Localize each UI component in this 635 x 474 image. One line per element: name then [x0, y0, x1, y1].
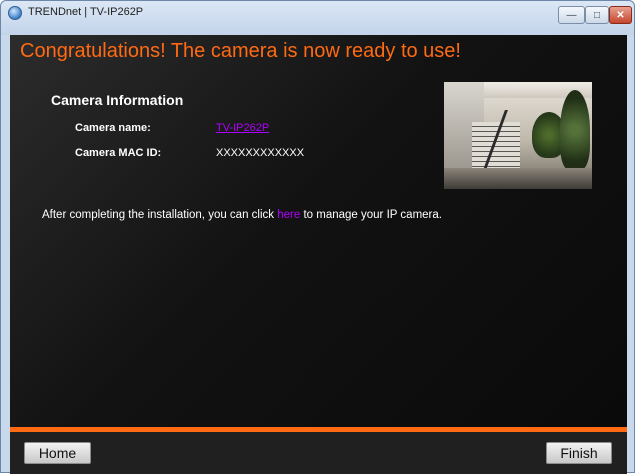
camera-name-label: Camera name: [75, 122, 151, 134]
maximize-button[interactable]: □ [585, 6, 609, 24]
preview-stairs [472, 122, 520, 170]
camera-preview-image [444, 82, 592, 189]
main-content: Congratulations! The camera is now ready… [10, 35, 627, 427]
title-bar[interactable]: TRENDnet | TV-IP262P — □ ✕ [1, 1, 634, 35]
home-button[interactable]: Home [24, 442, 91, 464]
camera-name-link[interactable]: TV-IP262P [216, 122, 269, 134]
camera-mac-label: Camera MAC ID: [75, 147, 162, 159]
completion-note: After completing the installation, you c… [42, 209, 442, 221]
window-title: TRENDnet | TV-IP262P [28, 6, 144, 18]
note-text-before: After completing the installation, you c… [42, 209, 278, 221]
installer-window: TRENDnet | TV-IP262P — □ ✕ Congratulatio… [0, 0, 635, 474]
camera-info-heading: Camera Information [51, 92, 184, 108]
footer-bar: Home Finish [10, 432, 627, 474]
finish-button[interactable]: Finish [546, 442, 612, 464]
preview-floor [444, 168, 592, 189]
page-title: Congratulations! The camera is now ready… [20, 40, 461, 62]
manage-camera-link[interactable]: here [277, 209, 300, 221]
camera-mac-value: XXXXXXXXXXXX [216, 147, 305, 159]
minimize-button[interactable]: — [558, 6, 585, 24]
note-text-after: to manage your IP camera. [300, 209, 442, 221]
close-button[interactable]: ✕ [609, 6, 632, 24]
app-icon [8, 6, 22, 20]
preview-plant-tall [560, 90, 590, 170]
